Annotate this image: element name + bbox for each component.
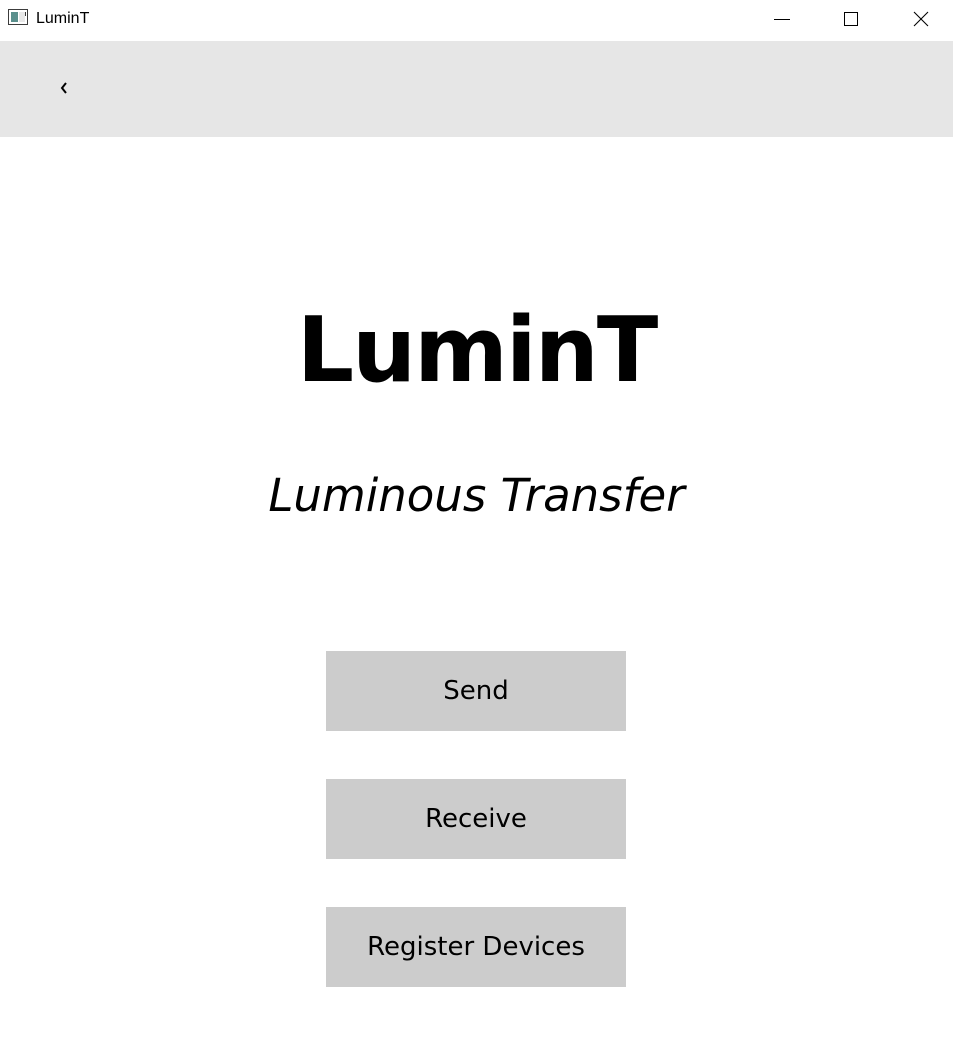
register-devices-button[interactable]: Register Devices	[326, 907, 626, 987]
receive-button[interactable]: Receive	[326, 779, 626, 859]
navigation-bar	[0, 41, 953, 137]
window-title: LuminT	[36, 10, 90, 27]
maximize-button[interactable]	[828, 0, 874, 38]
minimize-button[interactable]	[759, 0, 805, 38]
page-title: LuminT	[296, 298, 659, 403]
maximize-icon	[843, 11, 859, 27]
close-icon	[913, 11, 929, 27]
app-icon	[8, 9, 28, 25]
title-bar: LuminT	[0, 0, 953, 40]
send-button[interactable]: Send	[326, 651, 626, 731]
minimize-icon	[774, 11, 790, 27]
back-button[interactable]	[40, 69, 88, 109]
page-subtitle: Luminous Transfer	[268, 469, 685, 522]
app-window: LuminT LuminT Luminous Transfer Send Rec…	[0, 0, 953, 1063]
chevron-left-icon	[59, 80, 69, 99]
close-button[interactable]	[898, 0, 944, 38]
